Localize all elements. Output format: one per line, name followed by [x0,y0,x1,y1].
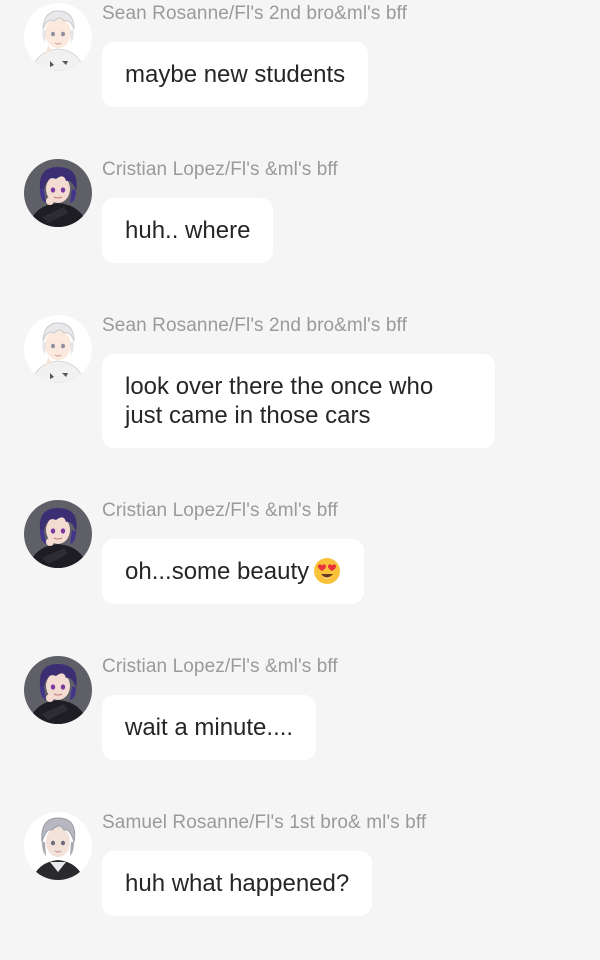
sender-name: Cristian Lopez/Fl's &ml's bff [102,656,338,677]
silver-haired-man-avatar[interactable] [24,812,92,880]
message-bubble[interactable]: look over there the once who just came i… [102,354,495,448]
message-text: huh what happened? [125,870,350,897]
purple-haired-boy-avatar[interactable] [24,500,92,568]
white-haired-boy-avatar[interactable] [24,315,92,383]
sender-name: Sean Rosanne/Fl's 2nd bro&ml's bff [102,315,407,336]
chat-message-list: Sean Rosanne/Fl's 2nd bro&ml's bff maybe… [0,0,600,960]
message-text: maybe new students [125,61,346,88]
avatar-image [24,315,92,383]
message-bubble[interactable]: huh.. where [102,198,274,263]
sender-name: Cristian Lopez/Fl's &ml's bff [102,500,338,521]
avatar-image [24,812,92,880]
message-text-line-2: just came in those cars [125,402,371,429]
sender-name: Cristian Lopez/Fl's &ml's bff [102,159,338,180]
avatar-image [24,656,92,724]
purple-haired-boy-avatar[interactable] [24,159,92,227]
avatar-image [24,500,92,568]
heart-eyes-emoji-icon [313,557,341,585]
avatar-image [24,159,92,227]
purple-haired-boy-avatar[interactable] [24,656,92,724]
message-text: huh.. where [125,217,251,244]
message-text: oh...some beauty [125,558,310,585]
sender-name: Sean Rosanne/Fl's 2nd bro&ml's bff [102,3,407,24]
message-bubble[interactable]: huh what happened? [102,851,373,916]
message-text: wait a minute.... [125,714,294,741]
message-bubble[interactable]: wait a minute.... [102,695,317,760]
message-text-line-1: look over there the once who [125,373,434,400]
message-bubble[interactable]: oh...some beauty [102,539,365,604]
sender-name: Samuel Rosanne/Fl's 1st bro& ml's bff [102,812,427,833]
avatar-image [24,3,92,71]
message-bubble[interactable]: maybe new students [102,42,369,107]
white-haired-boy-avatar[interactable] [24,3,92,71]
